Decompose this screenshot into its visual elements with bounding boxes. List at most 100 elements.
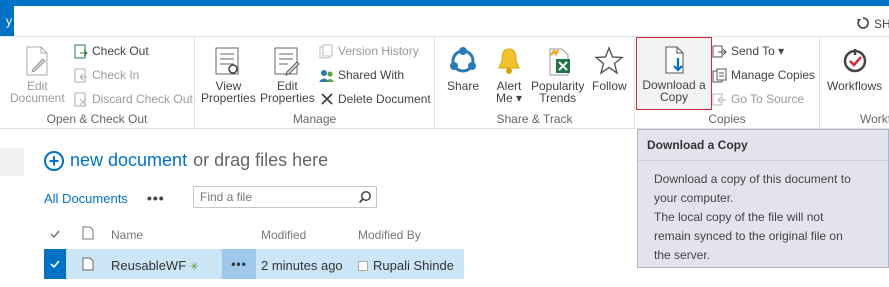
tooltip-line: The local copy of the file will not: [654, 210, 824, 224]
edit-properties-button[interactable]: Edit Properties: [260, 45, 315, 104]
presence-icon: [358, 260, 368, 271]
download-a-copy-label-2: Copy: [659, 90, 688, 104]
download-icon: [658, 44, 690, 76]
download-copy-tooltip: Download a Copy Download a copy of this …: [637, 129, 889, 268]
column-header-name[interactable]: Name: [111, 228, 143, 242]
send-to-label: Send To ▾: [731, 44, 785, 58]
search-icon[interactable]: [358, 190, 372, 207]
modified-value: 2 minutes ago: [261, 258, 343, 273]
group-label-share-track: Share & Track: [496, 112, 573, 126]
bell-icon: [493, 45, 525, 77]
version-history-button[interactable]: Version History: [319, 42, 419, 60]
share-area[interactable]: SH: [856, 14, 889, 34]
download-a-copy-content: Download a Copy: [637, 44, 711, 103]
column-header-modified[interactable]: Modified: [261, 228, 306, 242]
file-name-link[interactable]: ReusableWF ✳: [111, 258, 199, 273]
new-item-badge: ✳: [189, 261, 199, 273]
manage-copies-button[interactable]: Manage Copies: [712, 66, 815, 84]
check-out-label: Check Out: [92, 44, 149, 58]
share-button[interactable]: Share: [447, 45, 479, 92]
select-all-checkbox[interactable]: [49, 228, 61, 243]
discard-check-out-label: Discard Check Out: [92, 92, 193, 106]
workflows-label: Workflows: [827, 79, 883, 93]
workflows-button[interactable]: Workflows: [827, 45, 882, 92]
tooltip-divider: [638, 160, 888, 161]
check-in-label: Check In: [92, 68, 140, 82]
delete-icon: [319, 92, 334, 107]
file-name[interactable]: ReusableWF: [111, 258, 186, 273]
quick-launch-stub: [0, 148, 24, 176]
tooltip-line: your computer.: [654, 191, 734, 205]
group-share-track: Share Alert Me ▾ Popularity Trends Follo…: [435, 37, 635, 129]
view-properties-label-2: Properties: [201, 91, 256, 105]
alert-me-label-2: Me ▾: [495, 91, 523, 105]
excel-trends-icon: [542, 45, 574, 77]
group-open-checkout: Edit Document Check Out Check In Discard…: [0, 37, 195, 129]
search-placeholder: Find a file: [200, 190, 253, 204]
group-label-manage: Manage: [292, 112, 337, 126]
doc-type-header-icon: [82, 226, 94, 243]
send-to-button[interactable]: Send To ▾: [712, 42, 784, 60]
discard-check-out-icon: [73, 92, 88, 107]
go-to-source-label: Go To Source: [731, 92, 805, 106]
check-out-button[interactable]: Check Out: [73, 42, 149, 60]
manage-copies-icon: [712, 68, 727, 83]
group-label-open-checkout: Open & Check Out: [46, 112, 148, 126]
group-manage: View Properties Edit Properties Version …: [195, 37, 435, 129]
edit-document-icon: [21, 45, 53, 77]
new-document-link[interactable]: new document: [70, 150, 187, 171]
modified-by-cell: Rupali Shinde: [358, 258, 454, 273]
view-properties-icon: [212, 45, 244, 77]
tooltip-title: Download a Copy: [647, 138, 748, 152]
modified-by-link[interactable]: Rupali Shinde: [373, 258, 454, 273]
edit-document-button[interactable]: Edit Document: [10, 45, 65, 104]
manage-copies-label: Manage Copies: [731, 68, 816, 82]
delete-document-label: Delete Document: [338, 92, 431, 106]
share-icon: [447, 45, 479, 77]
shared-with-label: Shared With: [338, 68, 405, 82]
view-all-documents[interactable]: All Documents: [44, 191, 128, 206]
row-checkbox[interactable]: [44, 249, 66, 279]
file-icon: [82, 257, 94, 274]
version-history-icon: [319, 44, 334, 59]
download-a-copy-button[interactable]: Download a Copy: [636, 37, 712, 110]
column-header-modified-by[interactable]: Modified By: [358, 228, 421, 242]
version-history-label: Version History: [338, 44, 419, 58]
follow-button[interactable]: Follow: [592, 45, 627, 92]
view-selector[interactable]: All Documents: [44, 186, 128, 210]
send-to-icon: [712, 44, 727, 59]
suite-bar: [0, 0, 889, 6]
group-workflows: Workflows Workfl: [820, 37, 889, 129]
discard-check-out-button[interactable]: Discard Check Out: [73, 90, 193, 108]
check-out-icon: [73, 44, 88, 59]
popularity-trends-label-2: Trends: [539, 91, 577, 105]
star-icon: [593, 45, 625, 77]
item-menu-button[interactable]: •••: [222, 249, 256, 279]
edit-properties-icon: [271, 45, 303, 77]
sync-icon: [856, 16, 870, 33]
shared-with-button[interactable]: Shared With: [319, 66, 404, 84]
check-in-icon: [73, 68, 88, 83]
search-input[interactable]: Find a file: [193, 186, 377, 208]
drag-files-hint: or drag files here: [193, 150, 329, 170]
share-label: Share: [447, 79, 480, 93]
check-in-button[interactable]: Check In: [73, 66, 139, 84]
share-label: SH: [874, 17, 889, 31]
popularity-trends-button[interactable]: Popularity Trends: [531, 45, 584, 104]
edit-properties-label-2: Properties: [260, 91, 315, 105]
tab-label: y: [6, 14, 12, 28]
group-label-workflows: Workfl: [860, 112, 889, 126]
tooltip-line: Download a copy of this document to: [654, 172, 851, 186]
tooltip-body: Download a copy of this document to your…: [654, 170, 884, 265]
new-document-row[interactable]: + new document or drag files here: [44, 150, 328, 171]
view-more-button[interactable]: •••: [147, 190, 165, 206]
shared-with-icon: [319, 68, 334, 83]
go-to-source-button[interactable]: Go To Source: [712, 90, 804, 108]
tooltip-line: remain synced to the original file on: [654, 229, 843, 243]
ribbon-tab-library[interactable]: y: [0, 6, 14, 36]
view-properties-button[interactable]: View Properties: [201, 45, 256, 104]
delete-document-button[interactable]: Delete Document: [319, 90, 431, 108]
ribbon: Edit Document Check Out Check In Discard…: [0, 37, 889, 129]
plus-icon: +: [44, 150, 64, 171]
alert-me-button[interactable]: Alert Me ▾: [493, 45, 525, 104]
